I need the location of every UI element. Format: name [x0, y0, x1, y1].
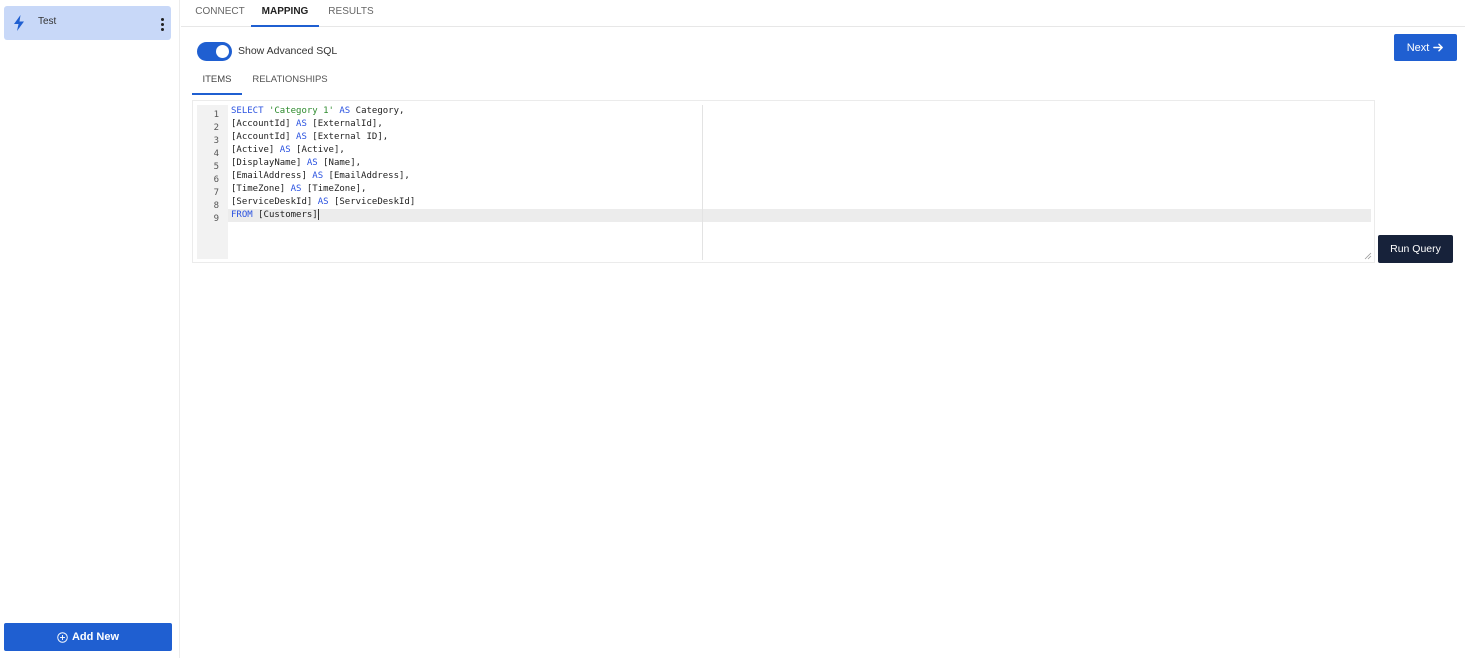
sql-token: [EmailAddress]: [231, 171, 313, 181]
sql-keyword: FROM: [231, 210, 253, 220]
advanced-sql-label: Show Advanced SQL: [238, 45, 338, 57]
advanced-sql-toggle[interactable]: [197, 42, 232, 61]
line-number: 4: [213, 149, 219, 159]
code-line: [AccountId] AS [External ID],: [231, 131, 388, 144]
tab-mapping[interactable]: MAPPING: [251, 0, 319, 27]
sql-token: [Name],: [317, 158, 362, 168]
code-line: FROM [Customers]: [231, 209, 319, 222]
code-line: SELECT 'Category 1' AS Category,: [231, 105, 404, 118]
sql-token: [TimeZone]: [231, 184, 291, 194]
sidebar: Test Add New: [0, 0, 180, 658]
code-line: [Active] AS [Active],: [231, 144, 345, 157]
next-label: Next: [1406, 41, 1430, 54]
sql-token: [External ID],: [306, 132, 389, 142]
plus-circle-icon: [57, 631, 68, 643]
top-tab-bar: CONNECT MAPPING RESULTS: [181, 0, 1465, 27]
sql-token: [ExternalId],: [306, 119, 383, 129]
sql-token: [AccountId]: [231, 119, 297, 129]
sql-token: [DisplayName]: [231, 158, 307, 168]
code-line: [AccountId] AS [ExternalId],: [231, 118, 383, 131]
toggle-knob: [216, 45, 229, 58]
line-number: 1: [213, 110, 219, 120]
next-button[interactable]: Next: [1394, 34, 1457, 61]
line-number: 2: [213, 123, 219, 133]
line-number: 3: [213, 136, 219, 146]
sidebar-item-label: Test: [38, 16, 57, 27]
sql-keyword: SELECT: [231, 106, 269, 116]
text-cursor: [317, 209, 319, 220]
code-line: [EmailAddress] AS [EmailAddress],: [231, 170, 410, 183]
sql-keyword: AS: [296, 132, 307, 142]
app-root: Test Add New CONNECT MAPPING RESULTS Sho…: [0, 0, 1465, 658]
sql-keyword: AS: [312, 171, 324, 181]
sql-keyword: AS: [317, 197, 329, 207]
add-new-button[interactable]: Add New: [4, 623, 172, 651]
line-number: 6: [213, 175, 219, 185]
print-margin-line: [702, 105, 703, 260]
tab-relationships[interactable]: RELATIONSHIPS: [248, 70, 332, 95]
sql-token: Category,: [350, 106, 405, 116]
sidebar-item-test[interactable]: Test: [4, 6, 171, 40]
sql-token: [Customers]: [252, 210, 318, 220]
sql-keyword: AS: [296, 119, 307, 129]
line-number: 9: [213, 214, 219, 224]
sql-keyword: AS: [279, 145, 291, 155]
sql-token: [TimeZone],: [301, 184, 367, 194]
line-number: 8: [213, 201, 219, 211]
add-new-label: Add New: [71, 631, 120, 643]
bolt-icon: [14, 15, 24, 31]
code-line: [DisplayName] AS [Name],: [231, 157, 361, 170]
more-options-icon[interactable]: [154, 15, 170, 33]
code-line: [TimeZone] AS [TimeZone],: [231, 183, 366, 196]
line-number: 7: [213, 188, 219, 198]
active-line-highlight: [228, 209, 1371, 222]
run-query-button[interactable]: Run Query: [1378, 235, 1453, 263]
tab-connect[interactable]: CONNECT: [189, 0, 251, 27]
code-line: [ServiceDeskId] AS [ServiceDeskId]: [231, 196, 415, 209]
line-number: 5: [213, 162, 219, 172]
sql-keyword: AS: [306, 158, 318, 168]
sql-token: [Active],: [290, 145, 345, 155]
sql-editor[interactable]: 1 2 3 4 5 6 7 8 9 SELECT 'Category 1' AS…: [192, 100, 1375, 263]
tab-items[interactable]: ITEMS: [192, 70, 242, 95]
sql-token: [EmailAddress],: [323, 171, 410, 181]
resize-handle-icon[interactable]: [1364, 252, 1372, 260]
line-number-gutter: 1 2 3 4 5 6 7 8 9: [197, 105, 228, 259]
sql-keyword: AS: [339, 106, 351, 116]
tab-results[interactable]: RESULTS: [321, 0, 381, 27]
sql-string: 'Category 1': [268, 106, 334, 116]
arrow-right-icon: [1433, 43, 1444, 52]
sql-token: [Active]: [231, 145, 280, 155]
sql-token: [AccountId]: [231, 132, 297, 142]
sql-token: [ServiceDeskId]: [328, 197, 416, 207]
sql-keyword: AS: [290, 184, 302, 194]
sql-token: [ServiceDeskId]: [231, 197, 318, 207]
